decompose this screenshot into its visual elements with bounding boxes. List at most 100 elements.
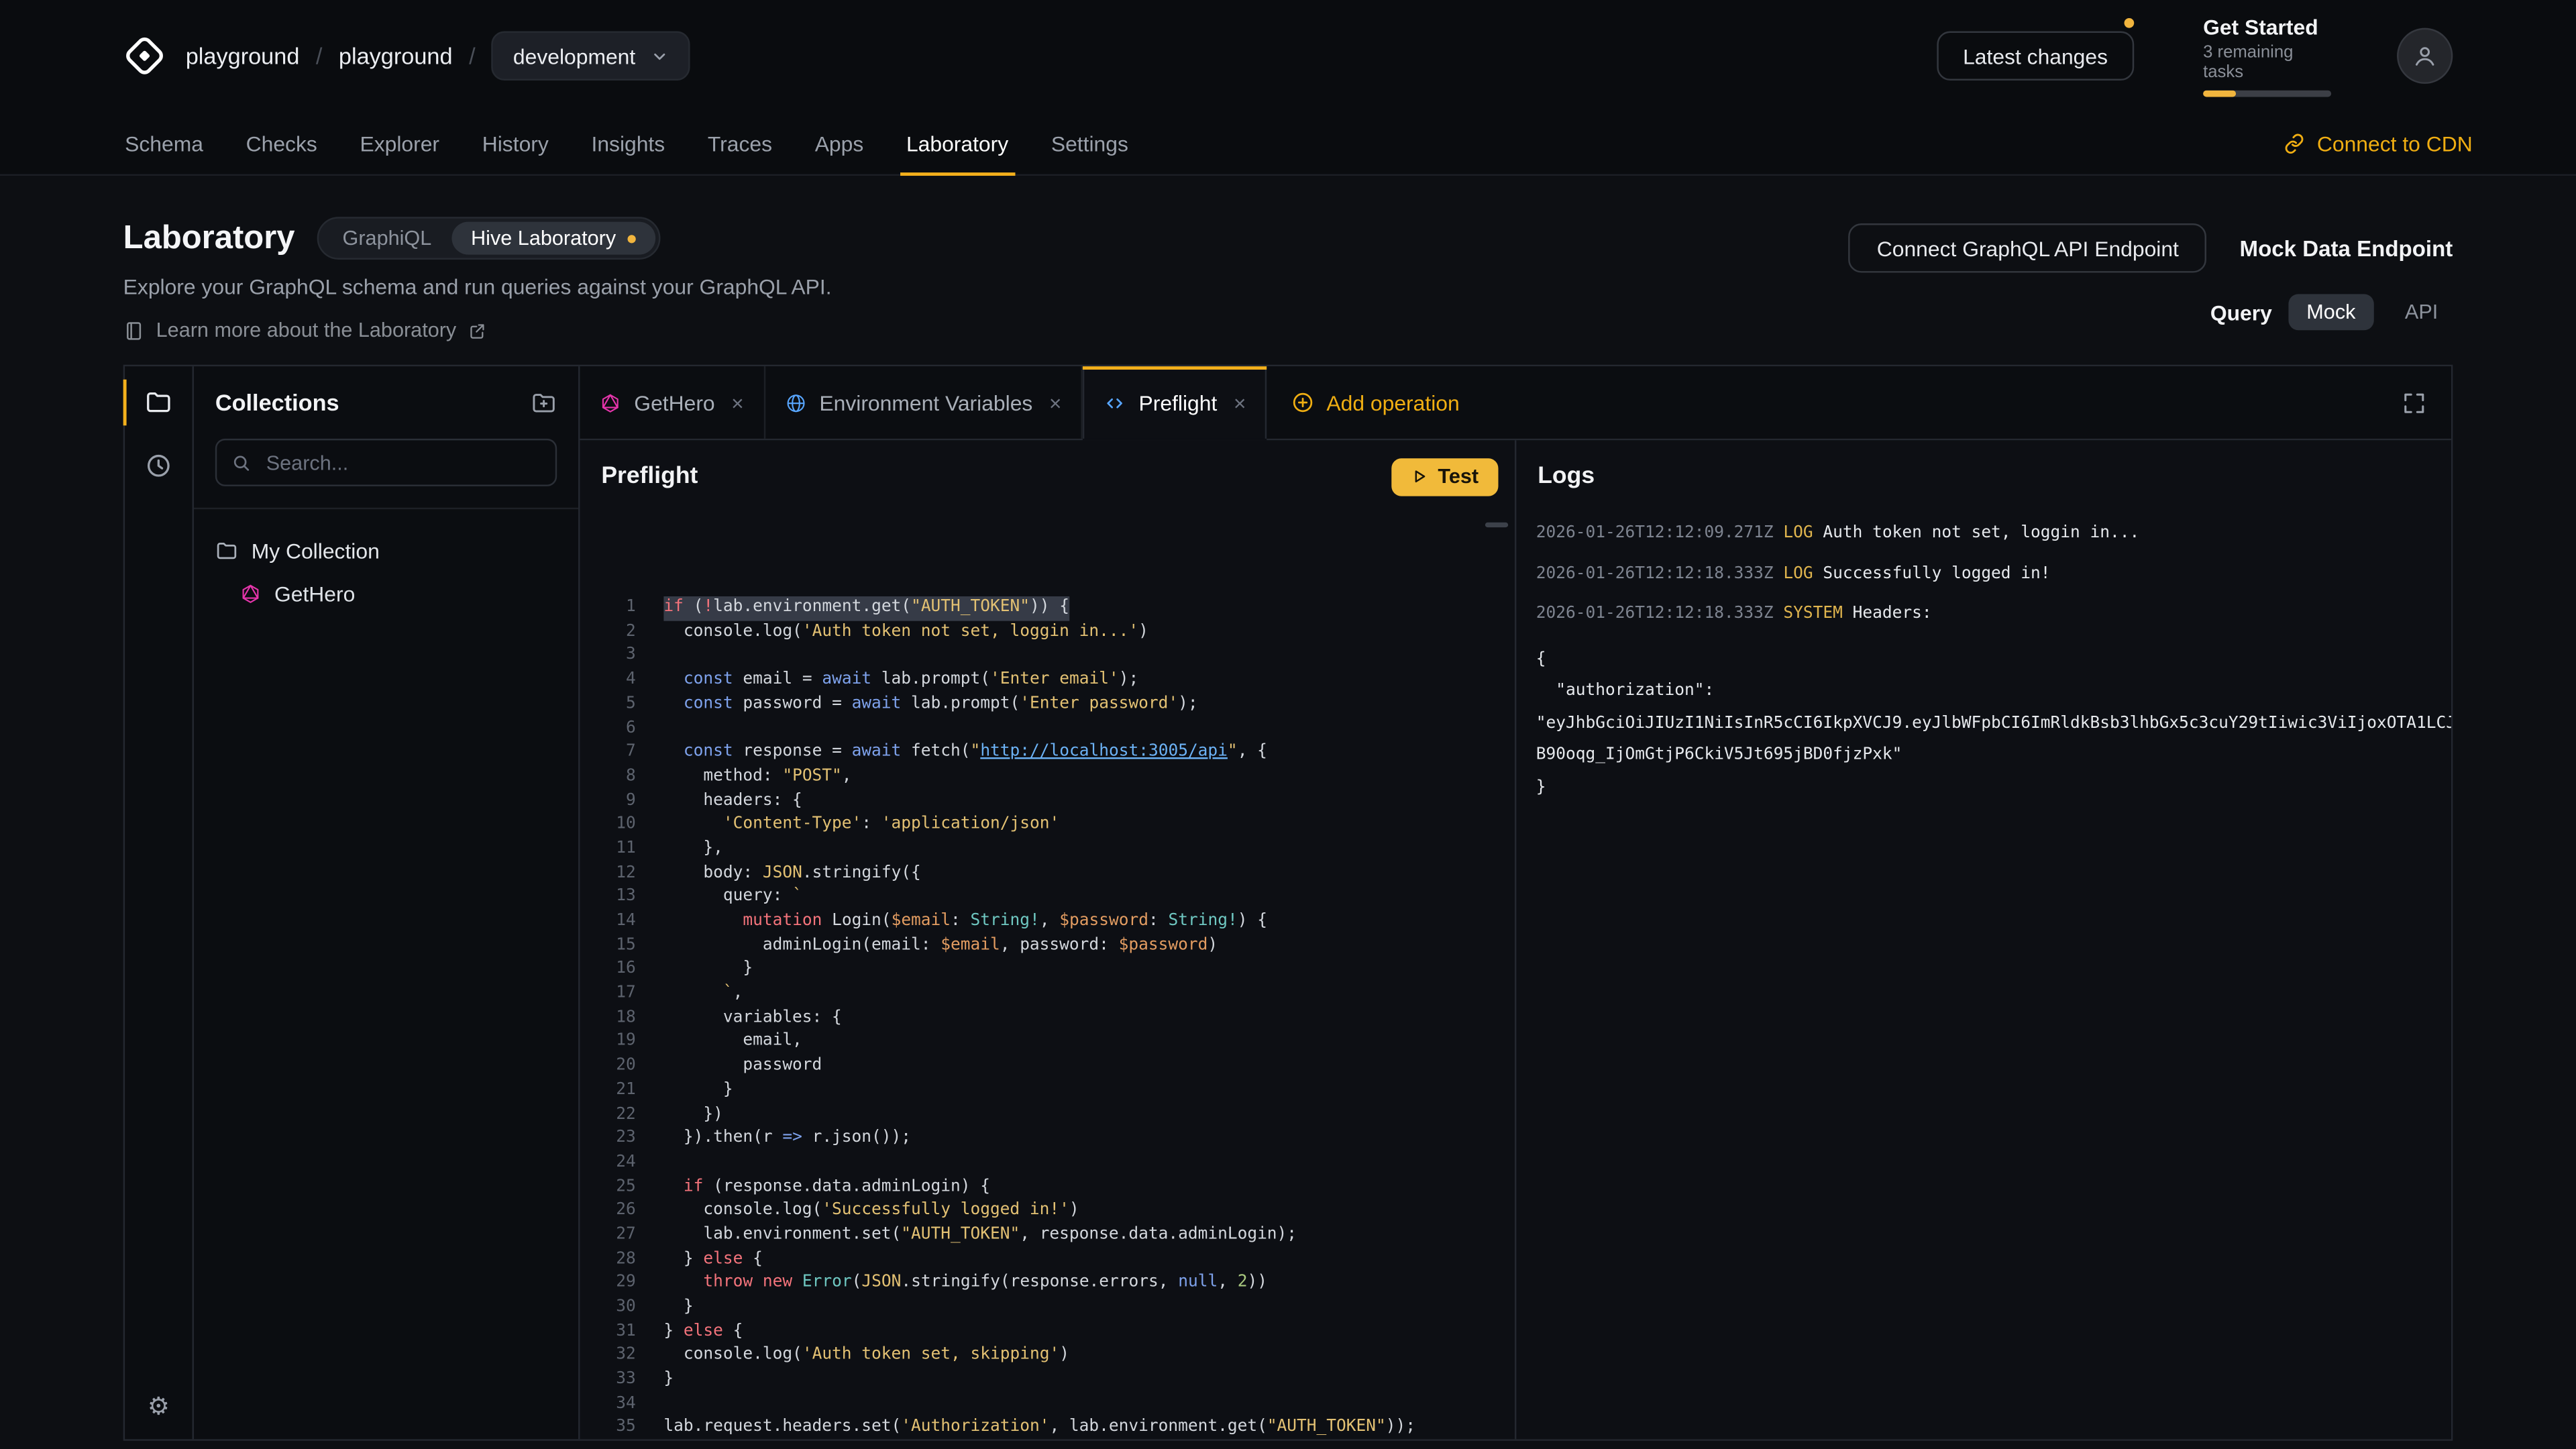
code-line[interactable]: 35lab.request.headers.set('Authorization… [580,1417,1514,1439]
history-icon[interactable] [145,451,173,480]
code-line[interactable]: 14 mutation Login($email: String!, $pass… [580,910,1514,934]
status-dot [627,234,635,242]
close-icon[interactable]: × [1234,390,1246,415]
log-entries: 2026-01-26T12:12:09.271Z LOG Auth token … [1516,513,2451,1439]
code-line[interactable]: 24 [580,1152,1514,1176]
collections-icon[interactable] [145,388,173,416]
code-line[interactable]: 26 console.log('Successfully logged in!'… [580,1199,1514,1224]
ui-mode-toggle: GraphiQL Hive Laboratory [318,217,660,260]
editor-scrollbar-thumb[interactable] [1485,523,1508,527]
code-line[interactable]: 28 } else { [580,1248,1514,1272]
mode-option-hive-laboratory[interactable]: Hive Laboratory [451,222,655,255]
tab-label: GetHero [634,390,714,415]
tab-label: Environment Variables [819,390,1032,415]
logs-title: Logs [1538,464,1595,490]
code-line[interactable]: 27 lab.environment.set("AUTH_TOKEN", res… [580,1224,1514,1248]
nav-tab-settings[interactable]: Settings [1030,112,1150,174]
code-line[interactable]: 7 const response = await fetch("http://l… [580,741,1514,765]
code-line[interactable]: 34 [580,1393,1514,1417]
code-line[interactable]: 30 } [580,1296,1514,1320]
collection-folder-my-collection[interactable]: My Collection [215,529,557,572]
code-line[interactable]: 4 const email = await lab.prompt('Enter … [580,669,1514,693]
nav-tab-history[interactable]: History [461,112,570,174]
fullscreen-icon[interactable] [2377,366,2451,439]
code-line[interactable]: 21 } [580,1079,1514,1104]
preflight-pane-title: Preflight [601,464,698,490]
code-line[interactable]: 3 [580,645,1514,669]
add-operation-button[interactable]: Add operation [1267,366,1484,439]
breadcrumb-org[interactable]: playground [186,43,300,69]
code-line[interactable]: 10 'Content-Type': 'application/json' [580,814,1514,838]
nav-tab-explorer[interactable]: Explorer [339,112,461,174]
nav-tab-apps[interactable]: Apps [794,112,885,174]
code-line[interactable]: 13 query: ` [580,886,1514,910]
preflight-code-editor[interactable]: 1if (!lab.environment.get("AUTH_TOKEN"))… [580,513,1514,1439]
code-line[interactable]: 25 if (response.data.adminLogin) { [580,1176,1514,1200]
close-icon[interactable]: × [1049,390,1062,415]
tab-preflight[interactable]: Preflight × [1083,366,1267,439]
test-button[interactable]: Test [1392,458,1499,495]
endpoint-option-mock[interactable]: Mock [2288,294,2373,330]
code-line[interactable]: 18 variables: { [580,1007,1514,1031]
mode-option-graphiql[interactable]: GraphiQL [323,222,451,255]
code-line[interactable]: 33} [580,1368,1514,1393]
code-line[interactable]: 5 const password = await lab.prompt('Ent… [580,693,1514,717]
test-button-label: Test [1438,465,1479,488]
latest-changes-button[interactable]: Latest changes [1937,32,2134,80]
code-line[interactable]: 17 `, [580,983,1514,1007]
collections-sidebar: Collections My Collection [194,366,580,1439]
tab-environment-variables[interactable]: Environment Variables × [765,366,1083,439]
code-line[interactable]: 11 }, [580,838,1514,862]
code-line[interactable]: 1if (!lab.environment.get("AUTH_TOKEN"))… [580,596,1514,621]
log-payload-line: } [1536,772,2432,804]
breadcrumb-project[interactable]: playground [339,43,453,69]
code-line[interactable]: 12 body: JSON.stringify({ [580,862,1514,886]
nav-tab-laboratory[interactable]: Laboratory [885,112,1030,174]
code-line[interactable]: 16 } [580,959,1514,983]
mock-data-endpoint-button[interactable]: Mock Data Endpoint [2240,235,2453,260]
close-icon[interactable]: × [731,390,744,415]
code-line[interactable]: 32 console.log('Auth token set, skipping… [580,1344,1514,1368]
tab-gethero[interactable]: GetHero × [580,366,765,439]
code-line[interactable]: 9 headers: { [580,790,1514,814]
new-collection-icon[interactable] [531,389,557,415]
add-operation-label: Add operation [1326,390,1459,415]
nav-tab-insights[interactable]: Insights [570,112,686,174]
code-line[interactable]: 8 method: "POST", [580,765,1514,790]
endpoint-option-api[interactable]: API [2390,294,2453,330]
code-line[interactable]: 20 password [580,1055,1514,1079]
get-started-title: Get Started [2203,15,2331,40]
code-line[interactable]: 29 throw new Error(JSON.stringify(respon… [580,1272,1514,1296]
collection-folder-label: My Collection [252,538,380,563]
code-line[interactable]: 22 }) [580,1104,1514,1128]
search-input[interactable] [263,449,541,476]
gear-icon[interactable]: ⚙ [148,1395,170,1419]
connect-graphql-endpoint-button[interactable]: Connect GraphQL API Endpoint [1849,223,2206,272]
query-label: Query [2210,300,2272,325]
code-line[interactable]: 15 adminLogin(email: $email, password: $… [580,934,1514,959]
laboratory-panel: ⚙ Collections [123,365,2453,1441]
code-line[interactable]: 23 }).then(r => r.json()); [580,1128,1514,1152]
code-line[interactable]: 31} else { [580,1320,1514,1344]
get-started-widget[interactable]: Get Started 3 remaining tasks [2203,15,2331,97]
target-selector[interactable]: development [492,32,690,80]
code-line[interactable]: 19 email, [580,1031,1514,1055]
code-line[interactable]: 6 [580,717,1514,741]
code-line[interactable]: 2 console.log('Auth token not set, loggi… [580,621,1514,645]
latest-changes-label: Latest changes [1963,44,2108,68]
code-icon [1104,392,1126,413]
external-link-icon [468,321,486,339]
globe-icon [785,392,806,413]
collection-item-gethero[interactable]: GetHero [240,572,557,614]
top-bar: playground / playground / development La… [0,0,2576,112]
nav-tab-checks[interactable]: Checks [225,112,339,174]
book-icon [123,319,145,341]
learn-more-link[interactable]: Learn more about the Laboratory [123,319,486,341]
preflight-pane: Preflight Test 1if (!lab.environment.get… [580,440,1516,1439]
user-avatar[interactable] [2397,28,2453,84]
hive-logo-icon[interactable] [123,34,166,77]
nav-tab-traces[interactable]: Traces [686,112,794,174]
connect-to-cdn-link[interactable]: Connect to CDN [2284,112,2473,174]
workspace: GetHero × Environment Variables × Prefli… [580,366,2451,1439]
nav-tab-schema[interactable]: Schema [103,112,224,174]
